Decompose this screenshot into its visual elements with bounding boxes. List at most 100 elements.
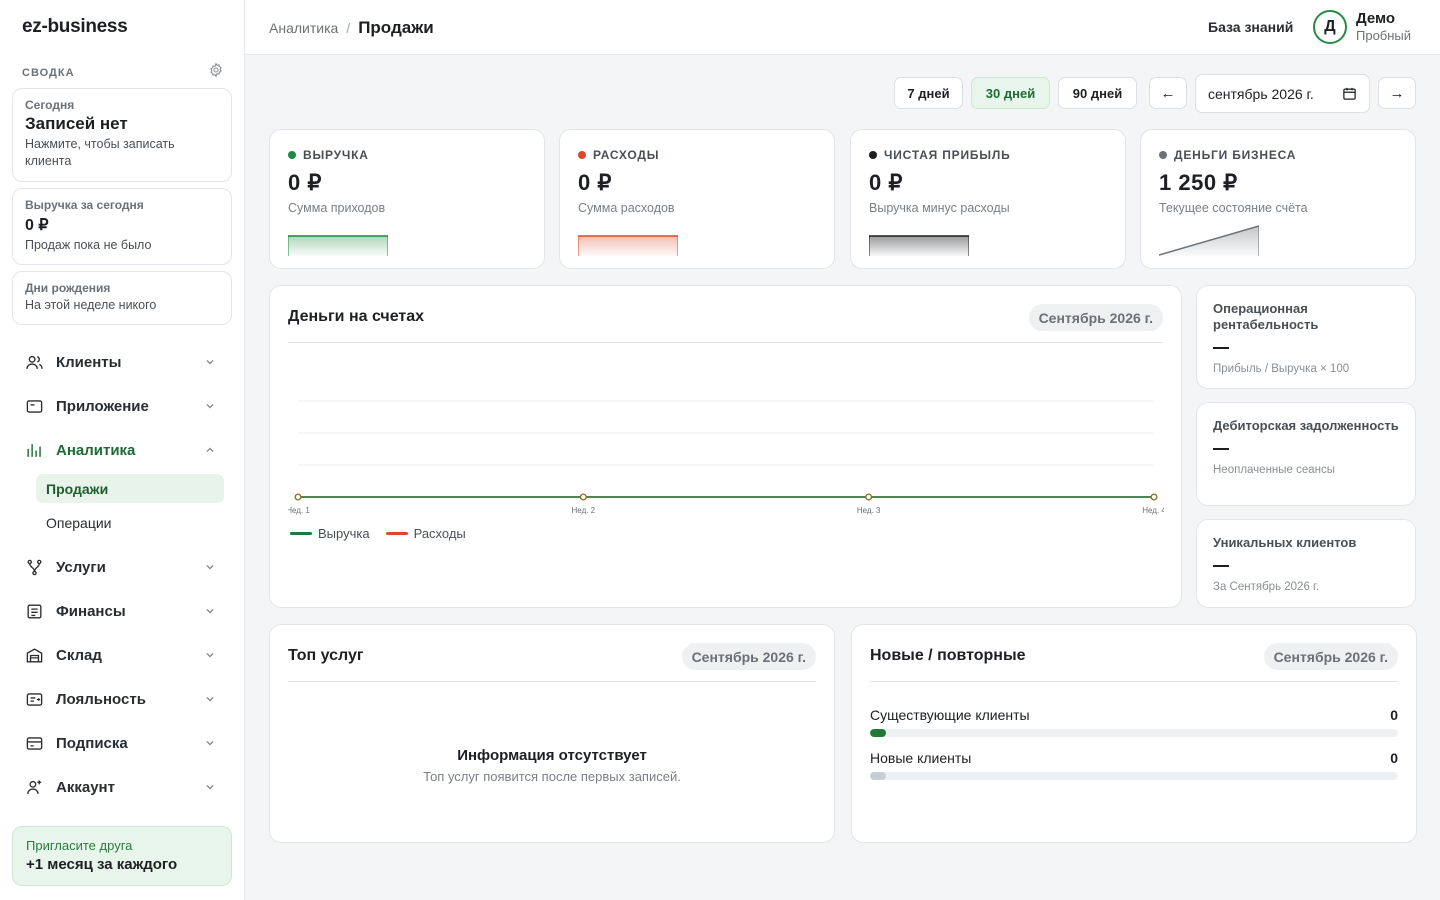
expenses-sparkline [578,235,678,256]
data-point [294,493,302,501]
revenue-sparkline [288,235,388,256]
users-icon [24,352,44,372]
today-title: Записей нет [25,114,128,133]
existing-clients-value: 0 [1390,707,1398,723]
nav-warehouse-label: Склад [56,646,102,664]
metric-margin-sub: Прибыль / Выручка × 100 [1213,363,1350,375]
user-name[interactable]: Демо [1356,10,1395,27]
user-plus-icon [24,777,44,797]
kpi-profit: ЧИСТАЯ ПРИБЫЛЬ 0 ₽ Выручка минус расходы [850,129,1126,269]
month-picker[interactable]: сентябрь 2026 г. [1195,74,1370,113]
invite-banner[interactable]: Пригласите друга +1 месяц за каждого [12,826,232,886]
services-icon [24,557,44,577]
legend-label: Расходы [413,526,466,541]
divider [288,342,1163,343]
metric-unique-value [1213,565,1229,567]
kpi-money: ДЕНЬГИ БИЗНЕСА 1 250 ₽ Текущее состояние… [1140,129,1416,269]
legend-item[interactable]: Расходы [385,526,466,541]
nav-clients[interactable]: Клиенты [24,347,220,377]
empty-state-title: Информация отсутствует [457,747,647,764]
nav-account-label: Аккаунт [56,778,115,796]
credit-card-icon [24,733,44,753]
new-clients-track [870,772,1398,780]
next-month-button[interactable]: → [1378,77,1416,109]
top-services-period-pill[interactable]: Сентябрь 2026 г. [681,643,816,670]
nav-operations[interactable]: Операции [36,508,224,537]
legend-item[interactable]: Выручка [290,526,370,541]
accounts-chart: Нед. 1 Нед. 2 Нед. 3 Нед. 4 [288,400,1164,515]
top-services-title: Топ услуг [288,647,364,664]
app-logo[interactable]: ez-business [22,16,128,38]
range-30-days-button[interactable]: 30 дней [971,77,1050,109]
nav-analytics[interactable]: Аналитика [24,435,220,465]
birthdays-label: Дни рождения [25,281,111,295]
nav-app[interactable]: Приложение [24,391,220,421]
knowledge-base-link[interactable]: База знаний [1208,19,1293,35]
today-card[interactable]: Сегодня Записей нет Нажмите, чтобы запис… [12,88,232,182]
chevron-down-icon [206,564,214,570]
nav-loyalty[interactable]: Лояльность [24,684,220,714]
nav-clients-label: Клиенты [56,353,122,371]
kpi-profit-sub: Выручка минус расходы [869,201,1010,215]
today-sub: Нажмите, чтобы записать клиента [25,137,175,168]
existing-clients-fill [870,729,886,737]
metric-unique-card: Уникальных клиентов За Сентябрь 2026 г. [1196,519,1416,608]
x-tick-label: Нед. 3 [857,506,881,515]
range-7-days-button[interactable]: 7 дней [894,77,963,109]
new-returning-panel: Новые / повторные Сентябрь 2026 г. Сущес… [851,624,1417,843]
chart-legend: Выручка Расходы [290,526,466,541]
profit-dot [869,151,877,159]
accounts-panel: Деньги на счетах Сентябрь 2026 г. Нед. 1… [269,285,1182,608]
top-bar: Аналитика / Продажи База знаний Д Демо П… [245,0,1440,55]
revenue-today-value: 0 ₽ [25,217,49,234]
x-tick-label: Нед. 1 [288,506,310,515]
new-clients-row: Новые клиенты 0 [870,750,1398,780]
month-picker-value: сентябрь 2026 г. [1208,85,1314,102]
divider [870,681,1398,682]
metric-margin-value [1213,347,1229,349]
chevron-down-icon [206,359,214,365]
nav-app-label: Приложение [56,397,149,415]
nav-services[interactable]: Услуги [24,552,220,582]
nav-warehouse[interactable]: Склад [24,640,220,670]
profit-sparkline [869,235,969,256]
calendar-icon [1343,87,1356,100]
breadcrumb-separator: / [346,20,351,36]
gear-icon[interactable] [208,62,224,83]
expenses-dot [578,151,586,159]
accounts-title: Деньги на счетах [288,308,425,325]
x-tick-label: Нед. 2 [572,506,596,515]
birthdays-card[interactable]: Дни рождения На этой неделе никого [12,271,232,325]
kpi-revenue-value: 0 ₽ [288,170,322,195]
nav-finance-label: Финансы [56,602,126,620]
breadcrumb: Аналитика / Продажи [269,18,434,38]
data-point [579,493,587,501]
nav-account[interactable]: Аккаунт [24,772,220,802]
revenue-today-card[interactable]: Выручка за сегодня 0 ₽ Продаж пока не бы… [12,188,232,265]
new-returning-period-pill[interactable]: Сентябрь 2026 г. [1263,643,1398,670]
new-clients-fill [870,772,886,780]
prev-month-button[interactable]: ← [1149,77,1187,109]
nav-finance[interactable]: Финансы [24,596,220,626]
kpi-expenses-sub: Сумма расходов [578,201,675,215]
chevron-down-icon [206,652,214,658]
revenue-today-sub: Продаж пока не было [25,238,152,252]
new-clients-value: 0 [1390,750,1398,766]
nav-sales[interactable]: Продажи [36,474,224,503]
chevron-down-icon [206,403,214,409]
kpi-money-sub: Текущее состояние счёта [1159,201,1308,215]
money-sparkline [1159,225,1259,256]
kpi-profit-value: 0 ₽ [869,170,903,195]
warehouse-icon [24,645,44,665]
metric-receivables-title: Дебиторская задолженность [1213,418,1399,433]
document-icon [24,601,44,621]
kpi-expenses-value: 0 ₽ [578,170,612,195]
avatar[interactable]: Д [1313,10,1347,44]
accounts-period-pill[interactable]: Сентябрь 2026 г. [1028,304,1163,331]
birthdays-sub: На этой неделе никого [25,298,157,312]
breadcrumb-parent[interactable]: Аналитика [269,20,338,36]
arrow-left-icon: ← [1160,84,1176,102]
nav-subscription[interactable]: Подписка [24,728,220,758]
divider [288,681,816,682]
range-90-days-button[interactable]: 90 дней [1058,77,1137,109]
